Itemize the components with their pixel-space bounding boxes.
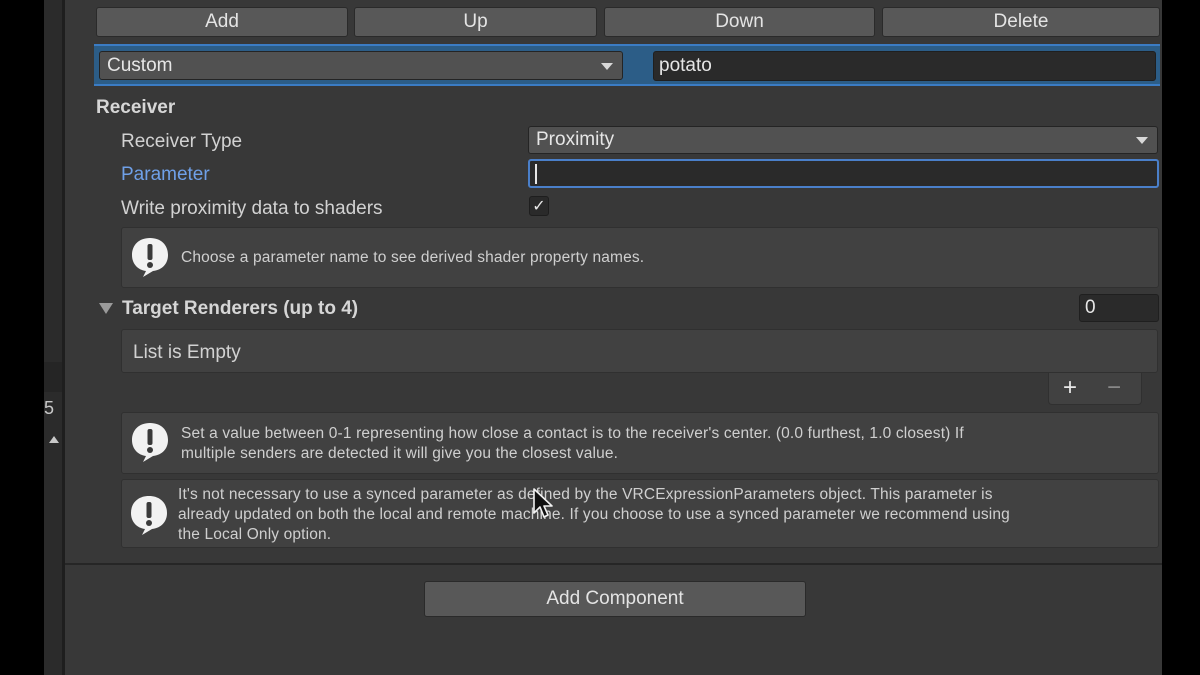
target-renderers-count: 0 — [1085, 297, 1096, 318]
hierarchy-panel-edge: 5 — [44, 0, 62, 675]
proximity-help-box: Set a value between 0-1 representing how… — [121, 412, 1159, 474]
hierarchy-row — [44, 362, 62, 392]
warning-icon — [132, 238, 168, 277]
receiver-type-value: Proximity — [536, 129, 615, 150]
shader-help-box: Choose a parameter name to see derived s… — [121, 227, 1159, 288]
foldout-arrow-icon[interactable] — [99, 303, 113, 314]
hierarchy-digit: 5 — [44, 398, 55, 418]
name-input[interactable]: potato — [653, 51, 1156, 81]
proximity-help-line2: multiple senders are detected it will gi… — [181, 445, 619, 462]
synced-help-line3: the Local Only option. — [178, 526, 332, 543]
chevron-down-icon — [601, 62, 613, 70]
list-empty-text: List is Empty — [133, 342, 241, 363]
warning-icon — [132, 423, 168, 462]
synced-help-line2: already updated on both the local and re… — [178, 506, 1010, 523]
write-proximity-label: Write proximity data to shaders — [121, 198, 383, 219]
scroll-up-icon[interactable] — [49, 436, 59, 443]
receiver-type-dropdown[interactable]: Proximity — [528, 126, 1158, 154]
list-add-button[interactable]: + — [1063, 376, 1077, 400]
type-dropdown-value: Custom — [107, 54, 173, 76]
list-footer: + − — [1048, 373, 1142, 405]
mouse-cursor-icon — [533, 488, 553, 518]
receiver-type-label: Receiver Type — [121, 131, 243, 152]
component-divider — [65, 563, 1162, 565]
synced-help-box: It's not necessary to use a synced param… — [121, 479, 1159, 548]
warning-icon — [131, 496, 167, 535]
type-dropdown[interactable]: Custom — [99, 51, 623, 80]
right-black-margin — [1162, 0, 1200, 675]
delete-button[interactable]: Delete — [882, 7, 1160, 37]
parameter-input[interactable] — [528, 159, 1159, 188]
name-input-value: potato — [659, 55, 712, 76]
synced-help-line1: It's not necessary to use a synced param… — [178, 486, 993, 503]
target-renderers-title[interactable]: Target Renderers (up to 4) — [122, 298, 358, 320]
write-proximity-checkbox[interactable]: ✓ — [529, 196, 549, 216]
left-black-margin — [0, 0, 44, 675]
proximity-help-line1: Set a value between 0-1 representing how… — [181, 425, 964, 442]
parameter-label: Parameter — [121, 164, 210, 185]
shader-help-text: Choose a parameter name to see derived s… — [181, 249, 645, 266]
text-caret — [535, 163, 537, 184]
checkmark-icon: ✓ — [532, 198, 546, 215]
receiver-section-title: Receiver — [96, 97, 176, 118]
down-button[interactable]: Down — [604, 7, 875, 37]
up-button[interactable]: Up — [354, 7, 597, 37]
add-component-button[interactable]: Add Component — [424, 581, 806, 617]
target-renderers-list: List is Empty — [121, 329, 1158, 373]
list-remove-button[interactable]: − — [1107, 376, 1121, 400]
add-button[interactable]: Add — [96, 7, 348, 37]
chevron-down-icon — [1136, 137, 1148, 144]
target-renderers-count-input[interactable]: 0 — [1079, 294, 1159, 322]
